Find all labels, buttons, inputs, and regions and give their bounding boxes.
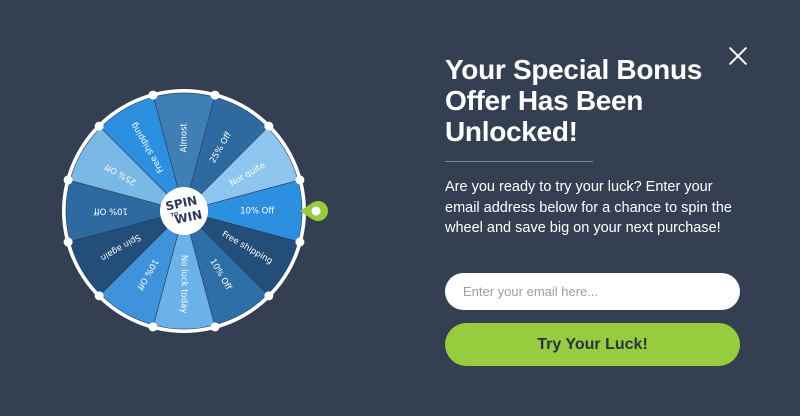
- wheel-rim-dot: [148, 322, 158, 332]
- wheel-rim-dot: [94, 291, 104, 301]
- wheel-rim-dot: [295, 175, 305, 185]
- wheel-rim-dot: [210, 90, 220, 100]
- wheel-rim-dot: [264, 291, 274, 301]
- wheel-rim-dot: [210, 322, 220, 332]
- wheel-segment-label: 10% Off: [93, 206, 128, 216]
- email-input[interactable]: [445, 273, 740, 310]
- wheel-segment-label: Almost: [180, 122, 190, 152]
- wheel-segment-label: No luck today: [179, 255, 189, 313]
- wheel-rim-dot: [94, 121, 104, 131]
- wheel-pointer-hole: [311, 206, 321, 216]
- wheel-segment-label: 10% Off: [240, 207, 275, 217]
- wheel-rim-dot: [63, 175, 73, 185]
- prize-wheel-graphic: Almost 25% OffNot quite10% OffFree shippi…: [62, 89, 328, 333]
- try-your-luck-button[interactable]: Try Your Luck!: [445, 323, 740, 366]
- offer-title: Your Special Bonus Offer Has Been Unlock…: [445, 54, 703, 147]
- wheel-rim-dot: [148, 90, 158, 100]
- wheel-rim-dot: [295, 237, 305, 247]
- offer-description: Are you ready to try your luck? Enter yo…: [445, 179, 732, 236]
- wheel-rim-dot: [63, 237, 73, 247]
- wheel-rim-dot: [264, 121, 274, 131]
- prize-wheel: Almost 25% Off Not quite 10% Off Free shippi…: [60, 80, 330, 340]
- title-divider: [445, 161, 593, 162]
